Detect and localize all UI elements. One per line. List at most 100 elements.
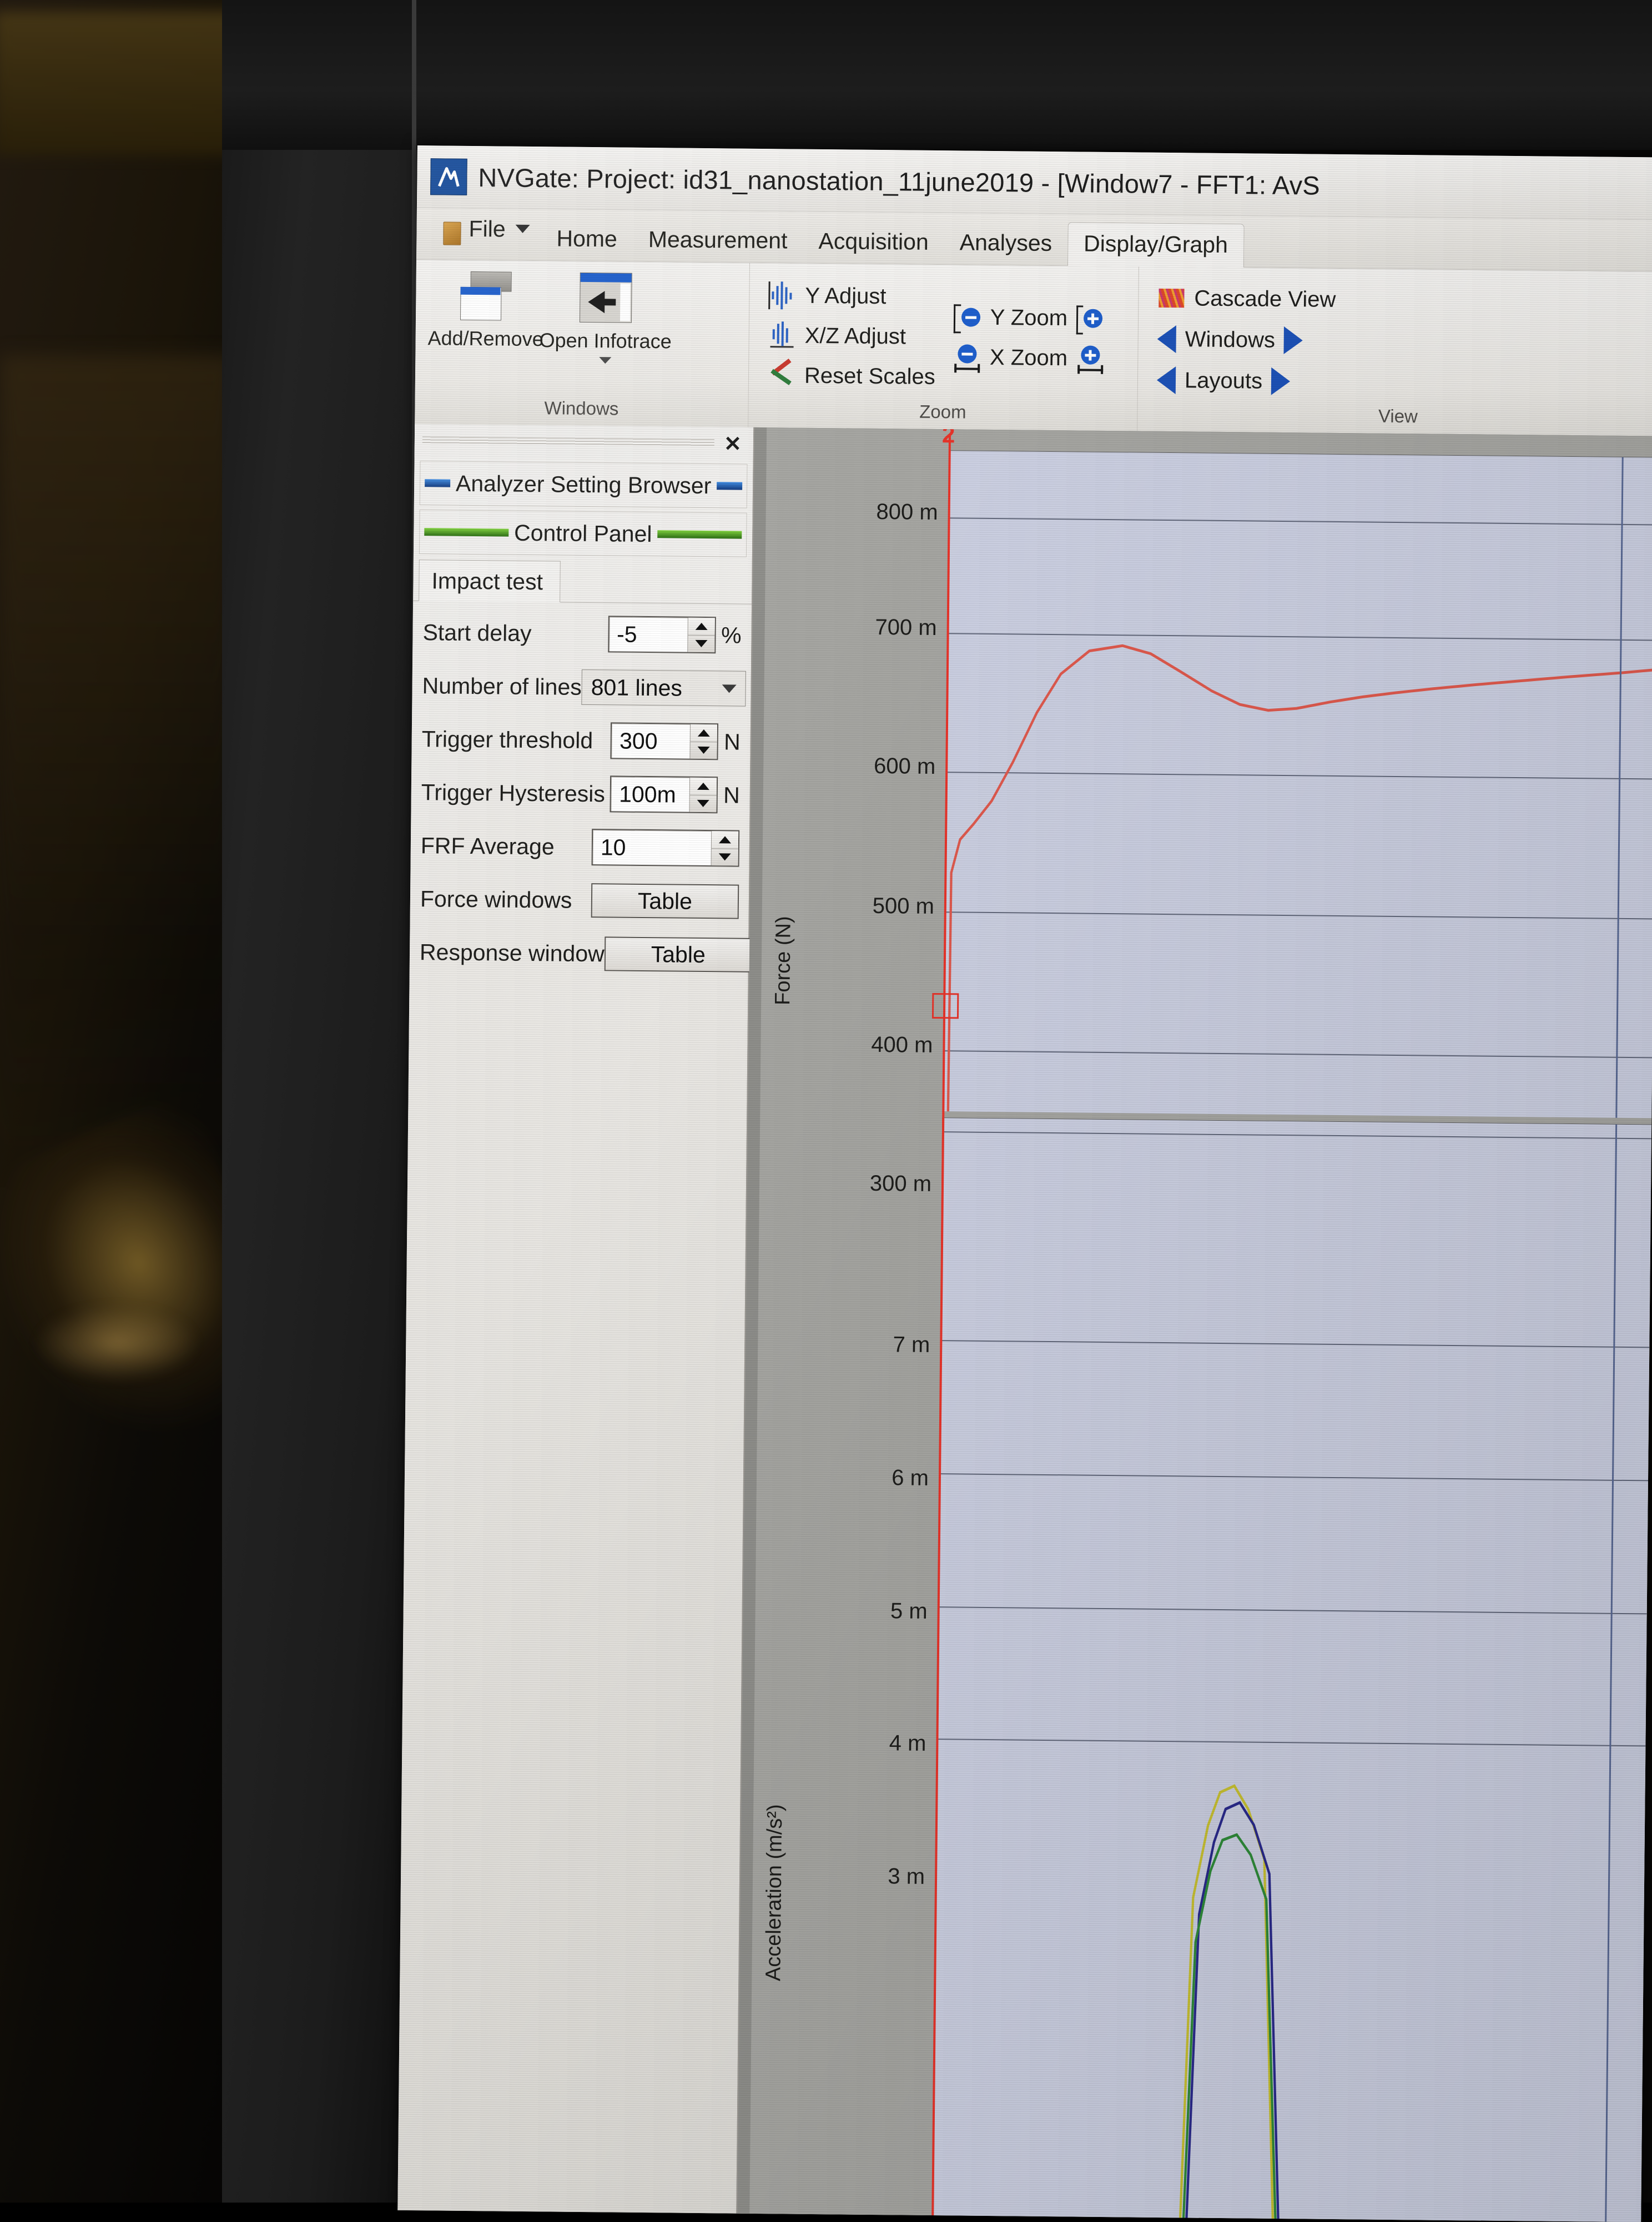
work-area: ✕ Analyzer Setting Browser Control Panel… [397,424,1652,2222]
application-window: NVGate: Project: id31_nanostation_11june… [397,145,1652,2222]
x-zoom-out-icon[interactable] [953,343,981,371]
start-delay-unit: % [721,622,742,648]
control-panel-header[interactable]: Control Panel [419,510,747,557]
control-rule-right [657,530,742,538]
tab-analyses[interactable]: Analyses [944,229,1067,265]
frf-average-label: FRF Average [421,833,592,860]
ribbon-group-windows: Add/Remove Open Infotrace Windows [415,260,750,427]
cascade-view-button[interactable]: Cascade View [1152,282,1342,316]
chevron-down-icon[interactable] [722,684,737,693]
ribbon-group-view-title: View [1137,403,1652,436]
zoom-column-right: Y Zoom X Zoom [944,273,1114,403]
tab-home[interactable]: Home [541,225,633,261]
accel-tick-5m: 5 m [788,1598,927,1624]
ribbon-group-zoom-title: Zoom [748,400,1137,431]
start-delay-up-icon[interactable] [688,618,714,636]
force-tick-300m: 300 m [793,1171,931,1197]
y-adjust-label: Y Adjust [805,283,886,309]
open-infotrace-icon [580,273,632,323]
reset-scales-button[interactable]: Reset Scales [762,359,941,393]
control-panel-label: Control Panel [514,520,652,547]
view-column: Cascade View Windows Layouts [1148,275,1345,405]
tab-display-graph[interactable]: Display/Graph [1067,222,1245,268]
force-windows-table-button[interactable]: Table [591,883,739,919]
open-infotrace-label: Open Infotrace [539,329,672,353]
tab-measurement[interactable]: Measurement [632,226,803,263]
analyzer-setting-browser-header[interactable]: Analyzer Setting Browser [420,461,748,508]
number-of-lines-label: Number of lines [422,673,582,701]
force-plot-panel[interactable] [943,450,1652,1118]
trigger-threshold-label: Trigger threshold [422,726,611,754]
reset-scales-icon [768,361,795,389]
nvgate-logo-icon [430,158,467,195]
trigger-hysteresis-down-icon[interactable] [690,795,717,812]
browser-rule-left [425,479,450,487]
frf-average-value[interactable]: 10 [593,830,712,865]
number-of-lines-select[interactable]: 801 lines [581,669,746,707]
start-delay-stepper[interactable]: -5 [608,616,716,653]
monitor-bezel [222,0,422,2203]
field-number-of-lines: Number of lines 801 lines [422,667,741,708]
x-zoom-in-icon[interactable] [1076,344,1104,372]
tab-impact-test[interactable]: Impact test [419,560,560,602]
add-remove-button[interactable]: Add/Remove [425,268,546,397]
caret-down-icon[interactable] [516,225,530,233]
trigger-threshold-down-icon[interactable] [691,742,717,759]
ambient-glow-left [0,355,233,1188]
dock-grip[interactable] [422,436,714,446]
field-force-windows: Force windows Table [420,880,739,921]
panel-tab-row: Impact test [413,560,752,604]
tab-acquisition[interactable]: Acquisition [803,228,944,264]
browser-rule-right [717,482,742,490]
reset-scales-label: Reset Scales [804,363,935,389]
close-icon[interactable]: ✕ [721,432,744,455]
y-adjust-button[interactable]: Y Adjust [763,279,941,313]
force-tick-400m: 400 m [794,1032,933,1058]
x-zoom-label: X Zoom [990,345,1067,370]
trigger-threshold-stepper[interactable]: 300 [611,722,719,760]
analyzer-setting-browser-label: Analyzer Setting Browser [456,470,712,498]
analyzer-setting-dock: ✕ Analyzer Setting Browser Control Panel… [397,424,754,2214]
xz-adjust-icon [768,321,796,349]
trigger-hysteresis-stepper[interactable]: 100m [610,775,718,813]
cursor-marker-force[interactable] [932,993,959,1019]
window-title: NVGate: Project: id31_nanostation_11june… [478,162,1320,201]
x-zoom-button[interactable]: X Zoom [948,341,1110,375]
layouts-nav-button[interactable]: Layouts [1151,364,1341,398]
force-tick-700m: 700 m [798,614,936,641]
y-zoom-button[interactable]: Y Zoom [948,301,1110,335]
trigger-threshold-value[interactable]: 300 [612,723,691,758]
y-zoom-in-icon[interactable] [1076,304,1104,332]
file-icon [443,221,461,245]
open-infotrace-button[interactable]: Open Infotrace [545,269,666,399]
start-delay-value[interactable]: -5 [609,617,688,652]
file-menu-button[interactable]: File [439,215,541,260]
field-trigger-hysteresis: Trigger Hysteresis 100m N [421,773,740,814]
layouts-next-arrow-icon[interactable] [1271,367,1290,395]
cascade-view-icon [1157,284,1185,312]
trigger-hysteresis-up-icon[interactable] [690,778,717,795]
response-window-table-button[interactable]: Table [604,936,752,973]
acceleration-plot-panel[interactable] [931,1117,1651,2222]
trigger-hysteresis-unit: N [723,782,740,808]
y-zoom-out-icon[interactable] [954,303,981,331]
frf-average-up-icon[interactable] [712,831,738,849]
start-delay-label: Start delay [422,619,608,647]
xz-adjust-button[interactable]: X/Z Adjust [762,319,941,353]
monitor-bezel-top [222,0,1652,150]
windows-next-arrow-icon[interactable] [1284,326,1303,354]
windows-nav-button[interactable]: Windows [1151,323,1341,357]
trigger-threshold-up-icon[interactable] [691,724,717,742]
impact-test-form: Start delay -5 % Number of lines 801 lin… [397,601,752,2214]
field-start-delay: Start delay -5 % [422,613,742,654]
windows-prev-arrow-icon[interactable] [1157,325,1176,353]
force-windows-table-label: Table [638,888,692,914]
frf-average-down-icon[interactable] [712,849,738,866]
accel-tick-3m: 3 m [786,1863,925,1890]
trigger-hysteresis-value[interactable]: 100m [611,777,690,812]
layouts-prev-arrow-icon[interactable] [1157,366,1176,394]
frf-average-stepper[interactable]: 10 [592,829,740,867]
trigger-threshold-unit: N [724,729,741,755]
start-delay-down-icon[interactable] [688,635,714,652]
chevron-down-icon[interactable] [599,357,611,364]
